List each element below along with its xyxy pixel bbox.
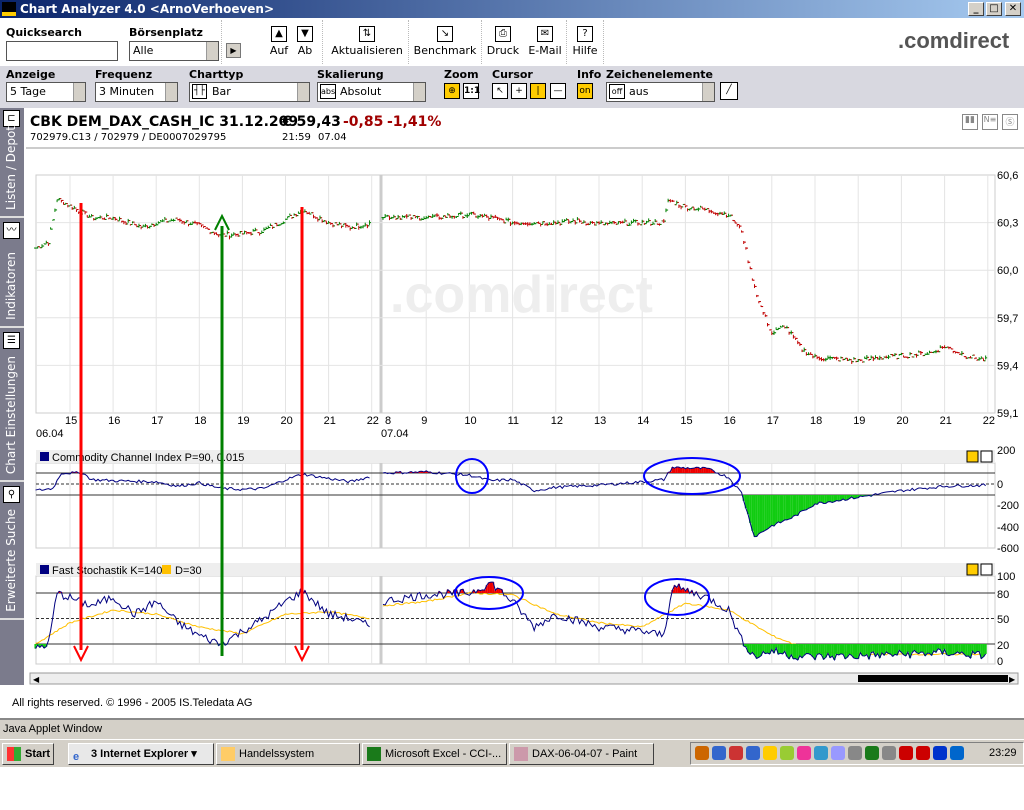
x-tick-label: 16 — [108, 415, 120, 427]
x-tick-label: 19 — [853, 415, 865, 427]
y-tick-label: 60,3 — [997, 218, 1018, 230]
x-tick-label: 11 — [508, 415, 519, 427]
task-label: 3 Internet Explorer — [91, 748, 189, 760]
stoch-title: Fast Stochastik K=140 — [52, 565, 162, 577]
y-tick-label: 20 — [997, 640, 1009, 652]
stoch-d-label: D=30 — [175, 565, 202, 577]
task-label: Handelssystem — [239, 748, 315, 760]
y-tick-label: 60,6 — [997, 170, 1018, 182]
y-tick-label: 0 — [997, 656, 1003, 668]
tray-icon[interactable] — [950, 746, 964, 760]
tray-icon[interactable] — [831, 746, 845, 760]
stoch-k-swatch — [40, 565, 49, 574]
x-tick-label: 12 — [551, 415, 563, 427]
x-tick-label: 18 — [194, 415, 206, 427]
x-tick-label: 17 — [151, 415, 163, 427]
y-tick-label: -600 — [997, 543, 1019, 555]
taskbar-item-folder[interactable]: Handelssystem — [216, 743, 360, 765]
tray-icon[interactable] — [882, 746, 896, 760]
x-tick-label: 17 — [767, 415, 779, 427]
tray-icon[interactable] — [848, 746, 862, 760]
folder-icon — [221, 747, 235, 761]
tray-icon[interactable] — [780, 746, 794, 760]
ie-icon: e — [73, 751, 80, 763]
panel-close-button[interactable] — [980, 563, 993, 576]
taskbar-item-paint[interactable]: DAX-06-04-07 - Paint — [509, 743, 654, 765]
tray-icon[interactable] — [695, 746, 709, 760]
date-label: 07.04 — [381, 428, 409, 440]
y-tick-label: 80 — [997, 589, 1009, 601]
panel-frame — [35, 462, 996, 549]
tray-icon[interactable] — [746, 746, 760, 760]
excel-icon — [367, 747, 381, 761]
tray-icon[interactable] — [712, 746, 726, 760]
x-tick-label: 14 — [637, 415, 649, 427]
x-tick-label: 15 — [680, 415, 692, 427]
x-tick-label: 10 — [464, 415, 476, 427]
tray-icon[interactable] — [899, 746, 913, 760]
watermark: .comdirect — [390, 266, 653, 324]
chart-area[interactable]: .comdirect 60,660,360,059,759,459,12000-… — [0, 0, 1024, 690]
tray-icon[interactable] — [763, 746, 777, 760]
x-tick-label: 20 — [896, 415, 908, 427]
x-tick-label: 16 — [724, 415, 736, 427]
applet-status: Java Applet Window — [0, 718, 1024, 739]
paint-icon — [514, 747, 528, 761]
y-tick-label: 50 — [997, 614, 1009, 626]
task-label: DAX-06-04-07 - Paint — [532, 748, 638, 760]
y-tick-label: 59,4 — [997, 360, 1018, 372]
x-tick-label: 20 — [281, 415, 293, 427]
y-tick-label: 200 — [997, 445, 1015, 457]
x-tick-label: 21 — [940, 415, 952, 427]
panel-settings-button[interactable] — [966, 563, 979, 576]
clock: 23:29 — [989, 747, 1017, 759]
x-tick-label: 9 — [421, 415, 427, 427]
y-tick-label: 100 — [997, 571, 1015, 583]
cci-legend-swatch — [40, 452, 49, 461]
taskbar-item-excel[interactable]: Microsoft Excel - CCI-... — [362, 743, 507, 765]
date-label: 06.04 — [36, 428, 64, 440]
x-tick-label: 15 — [65, 415, 77, 427]
start-button[interactable]: Start — [2, 743, 54, 765]
stoch-d-swatch — [162, 565, 171, 574]
copyright: All rights reserved. © 1996 - 2005 IS.Te… — [12, 697, 253, 709]
x-tick-label: 13 — [594, 415, 606, 427]
panel-settings-button[interactable] — [966, 450, 979, 463]
start-label: Start — [25, 748, 51, 760]
y-tick-label: 60,0 — [997, 265, 1018, 277]
x-tick-label: 22 — [983, 415, 995, 427]
x-tick-label: 19 — [237, 415, 249, 427]
tray-icon[interactable] — [797, 746, 811, 760]
tray-icon[interactable] — [729, 746, 743, 760]
tray-icon[interactable] — [814, 746, 828, 760]
tray-icon[interactable] — [916, 746, 930, 760]
x-tick-label: 21 — [324, 415, 336, 427]
tray-icon[interactable] — [865, 746, 879, 760]
x-tick-label: 8 — [385, 415, 391, 427]
scroll-left-icon[interactable]: ◀ — [33, 675, 40, 684]
taskbar-item-ie[interactable]: e3 Internet Explorer ▾ — [68, 743, 214, 765]
windows-logo-icon — [7, 747, 21, 761]
tray-icon[interactable] — [933, 746, 947, 760]
y-tick-label: -200 — [997, 500, 1019, 512]
y-tick-label: 0 — [997, 479, 1003, 491]
scrollbar-thumb[interactable] — [858, 675, 1008, 682]
y-tick-label: 59,7 — [997, 313, 1018, 325]
panel-close-button[interactable] — [980, 450, 993, 463]
system-tray: 23:29 — [690, 742, 1024, 765]
x-tick-label: 18 — [810, 415, 822, 427]
y-tick-label: -400 — [997, 522, 1019, 534]
y-tick-label: 59,1 — [997, 408, 1018, 420]
x-tick-label: 22 — [367, 415, 379, 427]
scroll-right-icon[interactable]: ▶ — [1009, 675, 1016, 684]
task-label: Microsoft Excel - CCI-... — [385, 748, 502, 760]
